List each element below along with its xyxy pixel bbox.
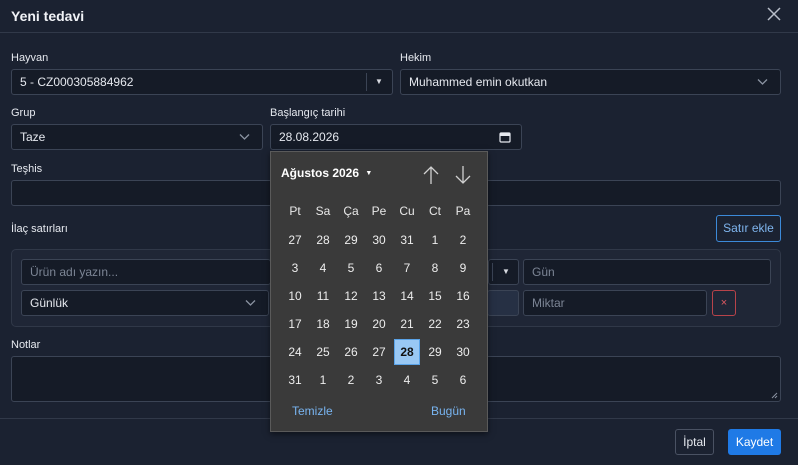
calendar-day[interactable]: 13 <box>366 283 392 309</box>
add-row-button[interactable]: Satır ekle <box>716 215 781 242</box>
caret-down-icon[interactable]: ▼ <box>375 70 383 94</box>
frequency-value: Günlük <box>30 296 69 310</box>
diagnosis-label: Teşhis <box>11 163 43 175</box>
caret-down-icon: ▼ <box>365 170 373 177</box>
weekday-header: Ça <box>343 204 359 218</box>
calendar-day[interactable]: 12 <box>338 283 364 309</box>
calendar-day[interactable]: 11 <box>310 283 336 309</box>
vet-value: Muhammed emin okutkan <box>409 75 548 89</box>
chevron-down-icon <box>245 300 256 306</box>
calendar-day[interactable]: 31 <box>282 367 308 393</box>
calendar-day[interactable]: 27 <box>366 339 392 365</box>
calendar-day[interactable]: 1 <box>422 227 448 253</box>
calendar-day[interactable]: 3 <box>366 367 392 393</box>
group-value: Taze <box>20 130 46 144</box>
chevron-down-icon <box>239 134 250 140</box>
calendar-day[interactable]: 25 <box>310 339 336 365</box>
calendar-day[interactable]: 26 <box>338 339 364 365</box>
product-name-input[interactable]: Ürün adı yazın... <box>21 259 271 285</box>
calendar-day[interactable]: 24 <box>282 339 308 365</box>
arrow-up-icon[interactable] <box>421 164 441 186</box>
weekday-header: Cu <box>399 204 415 218</box>
weekday-header: Ct <box>429 204 441 218</box>
calendar-day[interactable]: 16 <box>450 283 476 309</box>
start-date-input[interactable]: 28.08.2026 <box>270 124 522 150</box>
modal-header: Yeni tedavi <box>0 0 798 33</box>
calendar-day[interactable]: 31 <box>394 227 420 253</box>
calendar-icon[interactable] <box>499 131 511 143</box>
calendar-day[interactable]: 27 <box>282 227 308 253</box>
calendar-day[interactable]: 6 <box>450 367 476 393</box>
calendar-day[interactable]: 4 <box>310 255 336 281</box>
calendar-day[interactable]: 10 <box>282 283 308 309</box>
product-name-placeholder: Ürün adı yazın... <box>30 265 119 279</box>
weekday-header: Sa <box>315 204 331 218</box>
animal-value: 5 - CZ000305884962 <box>20 75 134 89</box>
drug-lines-label: İlaç satırları <box>11 223 68 235</box>
select-separator <box>492 263 493 281</box>
group-label: Grup <box>11 107 36 119</box>
vet-label: Hekim <box>400 52 432 64</box>
weekday-header: Pt <box>289 204 301 218</box>
calendar-day[interactable]: 14 <box>394 283 420 309</box>
calendar-day[interactable]: 4 <box>394 367 420 393</box>
today-button[interactable]: Bugün <box>431 404 466 418</box>
calendar-day[interactable]: 18 <box>310 311 336 337</box>
calendar-day[interactable]: 17 <box>282 311 308 337</box>
day-placeholder: Gün <box>532 265 555 279</box>
select-separator <box>366 73 367 91</box>
animal-label: Hayvan <box>11 52 49 64</box>
calendar-day[interactable]: 30 <box>450 339 476 365</box>
clear-date-button[interactable]: Temizle <box>292 404 333 418</box>
date-picker-popup: Ağustos 2026 ▼ Pt Sa Ça Pe Cu Ct Pa 27 28 29 30 31… <box>270 151 488 432</box>
animal-select[interactable]: 5 - CZ000305884962 ▼ <box>11 69 393 95</box>
unit-select[interactable]: ▼ <box>488 259 519 285</box>
calendar-day[interactable]: 8 <box>422 255 448 281</box>
save-button[interactable]: Kaydet <box>728 429 781 455</box>
remove-row-button[interactable]: × <box>712 290 736 316</box>
calendar-day[interactable]: 9 <box>450 255 476 281</box>
resize-handle-icon[interactable] <box>771 392 778 399</box>
close-icon[interactable] <box>766 6 782 22</box>
calendar-day[interactable]: 29 <box>338 227 364 253</box>
calendar-day[interactable]: 15 <box>422 283 448 309</box>
calendar-day[interactable]: 29 <box>422 339 448 365</box>
calendar-day[interactable]: 30 <box>366 227 392 253</box>
weekday-header: Pe <box>371 204 387 218</box>
group-select[interactable]: Taze <box>11 124 263 150</box>
calendar-day[interactable]: 21 <box>394 311 420 337</box>
cancel-button[interactable]: İptal <box>675 429 714 455</box>
caret-down-icon[interactable]: ▼ <box>502 260 510 284</box>
calendar-day[interactable]: 2 <box>338 367 364 393</box>
frequency-select[interactable]: Günlük <box>21 290 269 316</box>
calendar-day[interactable]: 28 <box>310 227 336 253</box>
calendar-day[interactable]: 5 <box>422 367 448 393</box>
dose-input[interactable] <box>487 290 519 316</box>
start-date-label: Başlangıç tarihi <box>270 107 346 119</box>
modal-title: Yeni tedavi <box>11 8 85 24</box>
calendar-day[interactable]: 19 <box>338 311 364 337</box>
calendar-day[interactable]: 3 <box>282 255 308 281</box>
calendar-day[interactable]: 2 <box>450 227 476 253</box>
vet-select[interactable]: Muhammed emin okutkan <box>400 69 781 95</box>
calendar-day[interactable]: 7 <box>394 255 420 281</box>
calendar-day[interactable]: 6 <box>366 255 392 281</box>
amount-placeholder: Miktar <box>532 296 565 310</box>
day-input[interactable]: Gün <box>523 259 771 285</box>
chevron-down-icon <box>757 79 768 85</box>
calendar-day[interactable]: 5 <box>338 255 364 281</box>
arrow-down-icon[interactable] <box>453 164 473 186</box>
start-date-value: 28.08.2026 <box>279 130 340 144</box>
calendar-day[interactable]: 20 <box>366 311 392 337</box>
amount-input[interactable]: Miktar <box>523 290 707 316</box>
month-year-selector[interactable]: Ağustos 2026 ▼ <box>281 166 372 180</box>
calendar-day[interactable]: 22 <box>422 311 448 337</box>
calendar-day[interactable]: 1 <box>310 367 336 393</box>
calendar-day[interactable]: 23 <box>450 311 476 337</box>
month-year-label: Ağustos 2026 <box>281 166 360 180</box>
weekday-header: Pa <box>455 204 471 218</box>
calendar-day[interactable]: 28 <box>394 339 420 365</box>
notes-label: Notlar <box>11 339 41 351</box>
